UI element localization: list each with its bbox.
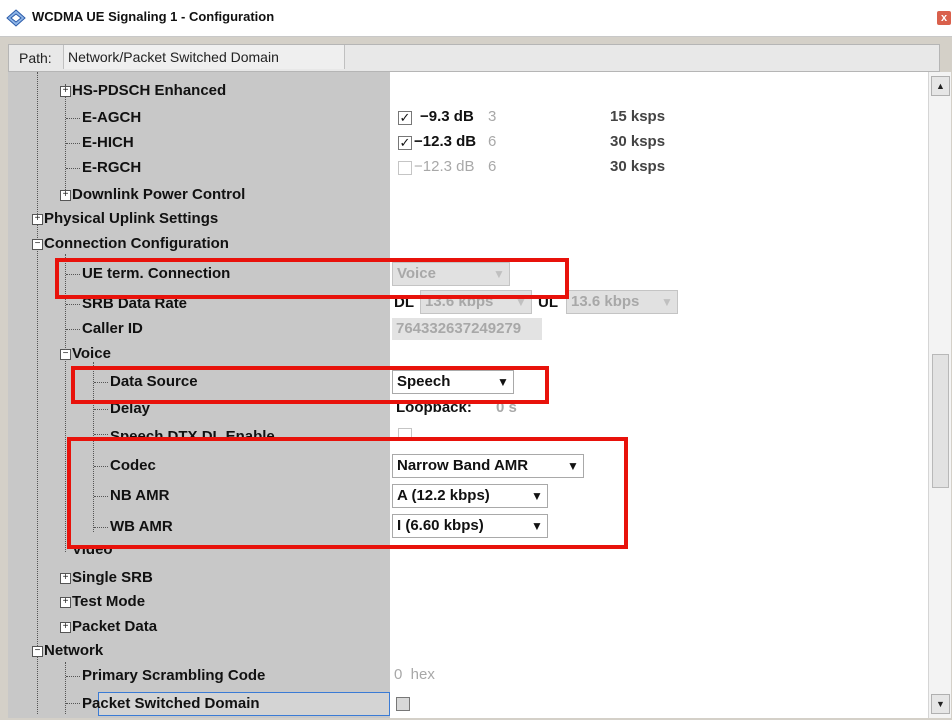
e-hich-num: 6 xyxy=(488,133,497,150)
expand-icon[interactable]: + xyxy=(60,597,71,608)
collapse-icon[interactable]: − xyxy=(60,349,71,360)
e-agch-enable-checkbox[interactable]: ✓ xyxy=(398,111,412,125)
tree-item-caller-id[interactable]: Caller ID xyxy=(82,317,143,341)
tree-item-e-hich[interactable]: E-HICH xyxy=(82,131,134,155)
tree-item-video[interactable]: Video xyxy=(72,548,113,560)
tree-item-single-srb[interactable]: Single SRB xyxy=(72,566,153,590)
e-hich-rate: 30 ksps xyxy=(610,133,666,150)
vertical-scrollbar[interactable]: ▲ ▼ xyxy=(928,72,951,718)
tree-connector xyxy=(66,329,80,330)
close-button[interactable]: x xyxy=(937,11,951,25)
tree-item-downlink-power[interactable]: Downlink Power Control xyxy=(72,183,245,207)
e-agch-num: 3 xyxy=(488,108,497,125)
window-title: WCDMA UE Signaling 1 - Configuration xyxy=(32,9,275,24)
tree-connector xyxy=(65,662,66,714)
tree-item-primary-scrambling-code[interactable]: Primary Scrambling Code xyxy=(82,664,265,688)
tree-item-test-mode[interactable]: Test Mode xyxy=(72,590,145,614)
expand-icon[interactable]: + xyxy=(60,622,71,633)
highlight-box-data-source xyxy=(71,366,549,404)
collapse-icon[interactable]: − xyxy=(32,646,43,657)
tree-connector xyxy=(65,84,66,196)
tree-item-hs-pdsch[interactable]: HS-PDSCH Enhanced xyxy=(72,79,226,103)
packet-switched-domain-checkbox[interactable] xyxy=(396,697,410,711)
tree-connector xyxy=(66,304,80,305)
caller-id-field[interactable]: 764332637249279 xyxy=(396,318,521,340)
tree-item-e-rgch[interactable]: E-RGCH xyxy=(82,156,141,180)
primary-scrambling-code-value[interactable]: 0 hex xyxy=(394,664,435,686)
tree-connector xyxy=(66,676,80,677)
expand-icon[interactable]: + xyxy=(60,190,71,201)
e-rgch-enable-checkbox[interactable] xyxy=(398,161,412,175)
expand-icon[interactable]: + xyxy=(60,86,71,97)
path-label: Path: xyxy=(19,50,52,66)
path-value: Network/Packet Switched Domain xyxy=(63,45,345,69)
scroll-down-icon[interactable]: ▼ xyxy=(931,694,950,714)
scrollbar-thumb[interactable] xyxy=(932,354,949,488)
tree-connector xyxy=(66,143,80,144)
srb-ul-dropdown[interactable]: 13.6 kbps ▼ xyxy=(566,290,678,314)
e-hich-level[interactable]: −12.3 dB xyxy=(414,131,476,153)
expand-icon[interactable]: + xyxy=(32,214,43,225)
tree-item-network[interactable]: Network xyxy=(44,639,103,663)
expand-icon[interactable]: + xyxy=(60,573,71,584)
highlight-box-codec xyxy=(67,437,628,549)
config-window: WCDMA UE Signaling 1 - Configuration x P… xyxy=(0,0,952,720)
title-bar: WCDMA UE Signaling 1 - Configuration x xyxy=(0,0,952,37)
tree-connector xyxy=(94,409,108,410)
srb-ul-value: 13.6 kbps xyxy=(571,293,640,310)
e-rgch-rate: 30 ksps xyxy=(610,158,666,175)
highlight-box-ue-term xyxy=(55,258,569,299)
path-bar: Path: Network/Packet Switched Domain xyxy=(8,44,940,72)
tree-item-packet-switched-domain[interactable]: Packet Switched Domain xyxy=(82,692,260,716)
tree-item-e-agch[interactable]: E-AGCH xyxy=(82,106,141,130)
tree-connector xyxy=(94,434,108,435)
tree-item-connection-config[interactable]: Connection Configuration xyxy=(44,232,229,256)
scroll-up-icon[interactable]: ▲ xyxy=(931,76,950,96)
e-rgch-num: 6 xyxy=(488,158,497,175)
tree-item-voice[interactable]: Voice xyxy=(72,342,111,366)
e-agch-level[interactable]: −9.3 dB xyxy=(420,106,474,128)
collapse-icon[interactable]: − xyxy=(32,239,43,250)
e-hich-enable-checkbox[interactable]: ✓ xyxy=(398,136,412,150)
tree-item-packet-data[interactable]: Packet Data xyxy=(72,615,157,639)
e-agch-rate: 15 ksps xyxy=(610,108,666,125)
e-rgch-level[interactable]: −12.3 dB xyxy=(414,156,474,178)
tree-connector xyxy=(66,703,80,704)
tree-connector xyxy=(66,168,80,169)
chevron-down-icon: ▼ xyxy=(661,295,673,309)
tree-connector xyxy=(37,72,38,714)
tree-connector xyxy=(66,118,80,119)
tree-item-physical-uplink[interactable]: Physical Uplink Settings xyxy=(44,207,218,231)
app-logo-icon xyxy=(6,9,26,27)
